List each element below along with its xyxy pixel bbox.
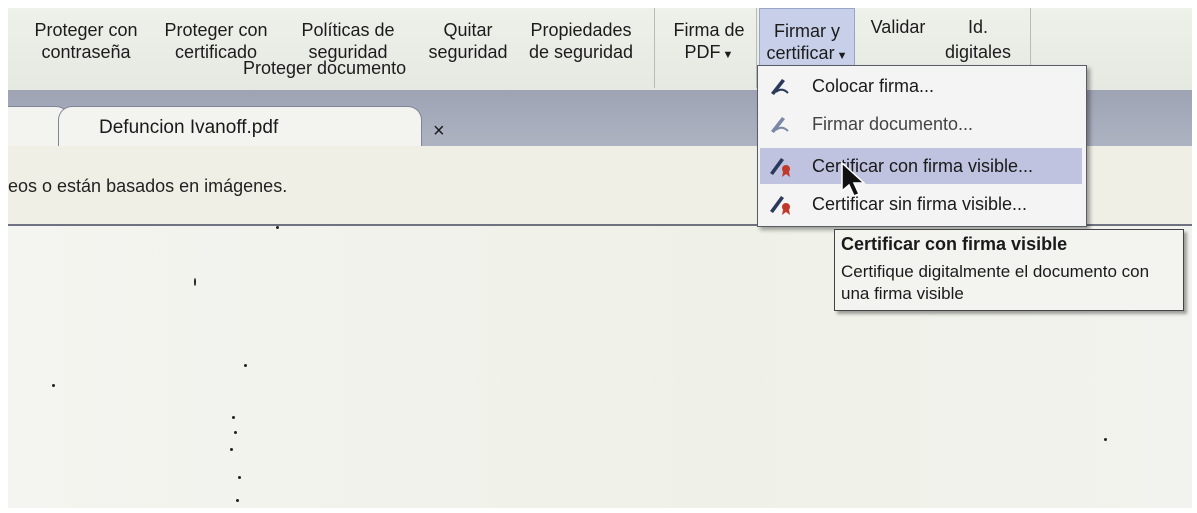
digital-ids-button[interactable]: Id. digitales	[933, 17, 1023, 63]
button-label-line2: seguridad	[428, 42, 508, 62]
group-label: Proteger documento	[243, 58, 407, 78]
remove-security-button[interactable]: Quitar seguridad	[416, 20, 520, 63]
page-speck	[232, 416, 235, 419]
button-label-line2: de seguridad	[528, 42, 634, 62]
page-speck	[52, 384, 55, 387]
page-speck	[238, 476, 241, 479]
chevron-down-icon: ▼	[836, 50, 848, 62]
pen-sign-icon	[768, 113, 792, 140]
menu-item-place-signature[interactable]: Colocar firma...	[760, 68, 1082, 104]
security-properties-button[interactable]: Propiedades de seguridad	[519, 20, 643, 63]
menu-item-label: Colocar firma...	[812, 76, 935, 96]
certify-invisible-icon	[768, 193, 794, 220]
button-label-line1: Políticas de	[301, 20, 395, 40]
page-speck	[236, 499, 239, 502]
app-window: Proteger con contraseña Proteger con cer…	[8, 8, 1192, 508]
button-label-line2: contraseña	[41, 42, 131, 62]
button-label-line1: Quitar	[443, 20, 493, 40]
button-label-line1: Id.	[967, 17, 988, 37]
pdf-signature-button[interactable]: Firma de PDF ▼	[667, 20, 751, 66]
menu-item-label: Firmar documento...	[812, 114, 974, 134]
validate-button[interactable]: Validar	[863, 17, 933, 38]
info-bar-text: eos o están basados en imágenes.	[8, 176, 288, 196]
page-speck	[276, 226, 279, 229]
button-label-line2: certificar	[766, 43, 835, 63]
tab-defuncion-ivanoff[interactable]: Defuncion Ivanoff.pdf ×	[58, 106, 445, 147]
tooltip-title: Certificar con firma visible	[841, 234, 1068, 254]
tooltip-body: Certifique digitalmente el documento con…	[841, 262, 1150, 303]
button-label-line1: Proteger con	[34, 20, 138, 40]
page-speck	[244, 364, 247, 367]
tab-title: Defuncion Ivanoff.pdf	[99, 117, 279, 138]
button-label-line2: digitales	[944, 42, 1012, 62]
page-speck	[194, 278, 196, 286]
sign-certify-menu: Colocar firma... Firmar documento... Cer…	[757, 65, 1087, 227]
tooltip: Certificar con firma visible Certifique …	[834, 229, 1184, 311]
button-label-line1: Firma de	[673, 20, 745, 40]
menu-item-certify-invisible[interactable]: Certificar sin firma visible...	[760, 186, 1082, 222]
menu-item-certify-visible[interactable]: Certificar con firma visible...	[760, 148, 1082, 184]
button-label-line2: PDF	[684, 42, 721, 62]
page-speck	[230, 448, 233, 451]
pen-sign-icon	[768, 75, 792, 102]
button-label-line1: Firmar y	[774, 21, 840, 41]
close-icon[interactable]: ×	[433, 120, 445, 143]
mouse-pointer-icon	[840, 161, 868, 204]
protect-password-button[interactable]: Proteger con contraseña	[26, 20, 146, 63]
ribbon-separator	[654, 8, 655, 88]
page-speck	[234, 431, 237, 434]
page-speck	[1104, 438, 1107, 441]
button-label-line1: Proteger con	[164, 20, 268, 40]
button-label-line1: Propiedades	[530, 20, 632, 40]
menu-item-sign-document[interactable]: Firmar documento...	[760, 106, 1082, 142]
certify-visible-icon	[768, 155, 794, 182]
button-label-line1: Validar	[870, 17, 926, 37]
chevron-down-icon: ▼	[722, 49, 734, 61]
